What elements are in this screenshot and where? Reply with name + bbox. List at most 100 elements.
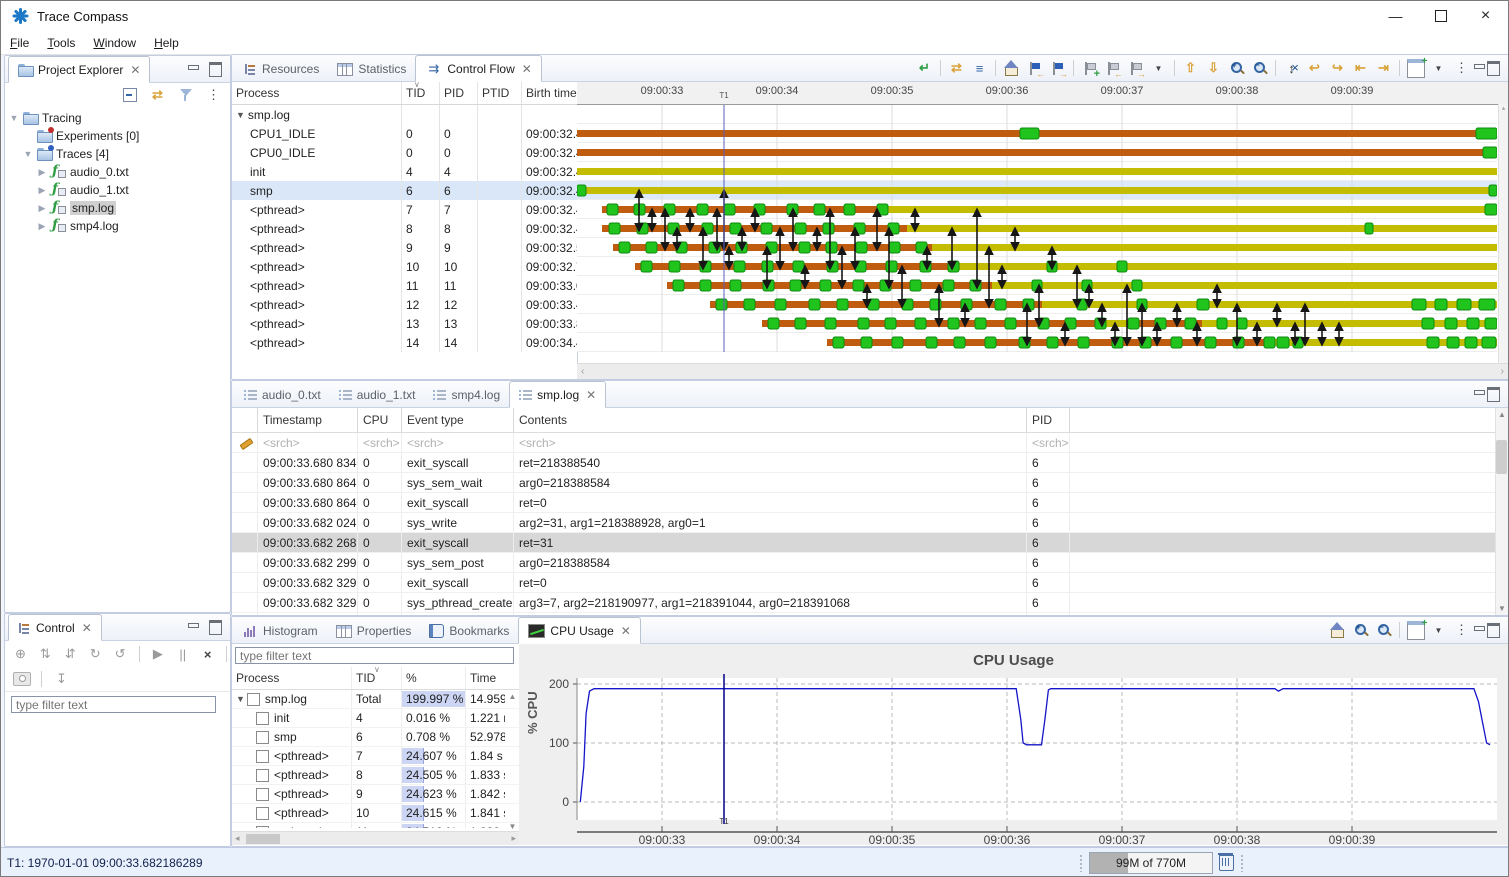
process-row-init-4[interactable]: init4409:00:32.4760: [232, 162, 577, 181]
zoom-out-button[interactable]: −: [1249, 58, 1270, 78]
search-field[interactable]: <srch>: [258, 433, 358, 452]
tab-cpu-usage[interactable]: CPU Usage✕: [518, 617, 640, 644]
row-checkbox[interactable]: [256, 769, 269, 782]
expander-icon[interactable]: ▶: [37, 185, 47, 196]
caret-button[interactable]: ▼: [1148, 58, 1169, 78]
refresh-button[interactable]: ↻: [86, 644, 105, 664]
gantt-vertical-scrollbar[interactable]: ▴: [1498, 104, 1508, 363]
expander-icon[interactable]: ▼: [9, 113, 19, 123]
stop-button[interactable]: ×: [198, 644, 217, 664]
row-checkbox[interactable]: [256, 731, 269, 744]
column-header-cpu[interactable]: CPU: [358, 408, 402, 432]
cpu-usage-row[interactable]: ▼smp.logTotal199.997 %14.959 s: [232, 690, 519, 709]
process-row-pthread-13[interactable]: <pthread>131309:00:33.8687: [232, 314, 577, 333]
close-icon[interactable]: ✕: [130, 63, 140, 77]
zoom-out-button[interactable]: −: [1373, 620, 1394, 640]
tree-item-audio_1.txt[interactable]: ▶audio_1.txt: [5, 181, 230, 199]
prev-event-button[interactable]: ⇤: [1350, 58, 1371, 78]
process-row-pthread-11[interactable]: <pthread>111109:00:33.0404: [232, 276, 577, 295]
minimize-view-icon[interactable]: [188, 65, 199, 73]
close-icon[interactable]: ✕: [586, 388, 596, 402]
column-header-ptid[interactable]: PTID: [478, 82, 522, 104]
tree-item-tracing[interactable]: ▼Tracing: [5, 109, 230, 127]
column-header-birth-time[interactable]: Birth time: [522, 82, 577, 104]
cpu-usage-row[interactable]: <pthread>1024.615 %1.841 s: [232, 804, 519, 823]
tab-histogram[interactable]: Histogram: [235, 619, 327, 643]
minimize-view-icon[interactable]: [1474, 626, 1485, 634]
minimize-view-icon[interactable]: [1474, 64, 1485, 72]
maximize-view-icon[interactable]: [1487, 387, 1500, 402]
more-button[interactable]: ⋮: [203, 85, 224, 105]
follow-fwd-button[interactable]: ↪: [1327, 58, 1348, 78]
event-row[interactable]: 09:00:33.682 329 6030sys_pthread_createa…: [232, 593, 1508, 613]
connect-button[interactable]: ⇅: [36, 644, 55, 664]
zoom-in-button[interactable]: +: [1226, 58, 1247, 78]
caret-button[interactable]: ▼: [1428, 620, 1449, 640]
process-row-pthread-9[interactable]: <pthread>9909:00:32.5775: [232, 238, 577, 257]
event-row[interactable]: 09:00:33.682 299 0860sys_sem_postarg0=21…: [232, 553, 1508, 573]
manage-button[interactable]: ↺: [111, 644, 130, 664]
collapse-all-button[interactable]: [119, 85, 140, 105]
gantt-canvas[interactable]: [577, 105, 1497, 352]
events-vertical-scrollbar[interactable]: ▲▼: [1495, 408, 1508, 615]
control-filter-input[interactable]: [11, 696, 216, 713]
row-checkbox[interactable]: [256, 712, 269, 725]
cpu-usage-row[interactable]: init40.016 %1.221 m: [232, 709, 519, 728]
tab-smp4-log[interactable]: smp4.log: [424, 383, 509, 407]
maximize-view-icon[interactable]: [209, 62, 222, 77]
cpu-table-horizontal-scrollbar[interactable]: ◂▸: [232, 831, 519, 845]
minimize-view-icon[interactable]: [188, 623, 199, 631]
show-legend-button[interactable]: ≡: [969, 58, 990, 78]
menu-tools[interactable]: Tools: [38, 34, 84, 52]
add-bookmark-button[interactable]: +: [1079, 58, 1100, 78]
process-row-pthread-14[interactable]: <pthread>141409:00:34.4262: [232, 333, 577, 352]
gantt-row[interactable]: [827, 337, 1497, 348]
snapshot-button[interactable]: [11, 669, 32, 689]
tab-audio_1-txt[interactable]: audio_1.txt: [330, 383, 425, 407]
hide-arrows-button[interactable]: ↕×: [1281, 58, 1302, 78]
view-menu-button[interactable]: +: [1405, 620, 1426, 640]
cpu-usage-row[interactable]: <pthread>924.623 %1.842 s: [232, 785, 519, 804]
more-button[interactable]: ⋮: [1451, 58, 1472, 78]
search-field[interactable]: <srch>: [358, 433, 402, 452]
zoom-in-button[interactable]: +: [1350, 620, 1371, 640]
memory-gauge[interactable]: 99M of 770M: [1089, 852, 1213, 874]
menu-file[interactable]: File: [1, 34, 38, 52]
column-header-tid[interactable]: TID∨: [352, 667, 402, 689]
gantt-row[interactable]: [577, 147, 1497, 158]
gantt-horizontal-scrollbar[interactable]: ‹›: [577, 363, 1508, 379]
link-editor-button[interactable]: ⇄: [147, 85, 168, 105]
cpu-usage-row[interactable]: <pthread>824.505 %1.833 s: [232, 766, 519, 785]
minimize-view-icon[interactable]: [1474, 390, 1485, 398]
process-row-pthread-12[interactable]: <pthread>121209:00:33.4134: [232, 295, 577, 314]
maximize-view-icon[interactable]: [1487, 61, 1500, 76]
column-header-process[interactable]: Process: [232, 82, 402, 104]
gantt-row[interactable]: [602, 204, 1497, 215]
tab-bookmarks[interactable]: Bookmarks: [420, 619, 518, 643]
align-views-button[interactable]: ⇄: [946, 58, 967, 78]
tab-audio_0-txt[interactable]: audio_0.txt: [235, 383, 330, 407]
play-button[interactable]: ▶: [148, 644, 167, 664]
row-checkbox[interactable]: [256, 750, 269, 763]
follow-back-button[interactable]: ↩: [1304, 58, 1325, 78]
column-header-contents[interactable]: Contents: [514, 408, 1027, 432]
tab-control[interactable]: Control ✕: [8, 614, 102, 641]
row-checkbox[interactable]: [256, 788, 269, 801]
menu-help[interactable]: Help: [145, 34, 188, 52]
expander-icon[interactable]: ▶: [37, 167, 47, 178]
gantt-row[interactable]: [602, 223, 1497, 234]
new-connection-button[interactable]: ⊕: [11, 644, 30, 664]
garbage-collect-icon[interactable]: [1219, 855, 1234, 871]
home-button[interactable]: [1001, 58, 1022, 78]
time-axis[interactable]: 09:00:3309:00:3409:00:3509:00:3609:00:37…: [577, 82, 1508, 105]
column-header-tid[interactable]: TID∨: [402, 82, 440, 104]
tree-item-audio_0.txt[interactable]: ▶audio_0.txt: [5, 163, 230, 181]
column-header-pid[interactable]: PID: [1027, 408, 1070, 432]
process-row-pthread-8[interactable]: <pthread>8809:00:32.4843: [232, 219, 577, 238]
tree-item-traces-4-[interactable]: ▼Traces [4]: [5, 145, 230, 163]
expander-icon[interactable]: ▶: [37, 203, 47, 214]
event-row[interactable]: 09:00:33.682 268 5690exit_syscallret=316: [232, 533, 1508, 553]
maximize-view-icon[interactable]: [209, 620, 222, 635]
gantt-row[interactable]: [635, 261, 1497, 272]
cpu-usage-row[interactable]: smp60.708 %52.978 m: [232, 728, 519, 747]
